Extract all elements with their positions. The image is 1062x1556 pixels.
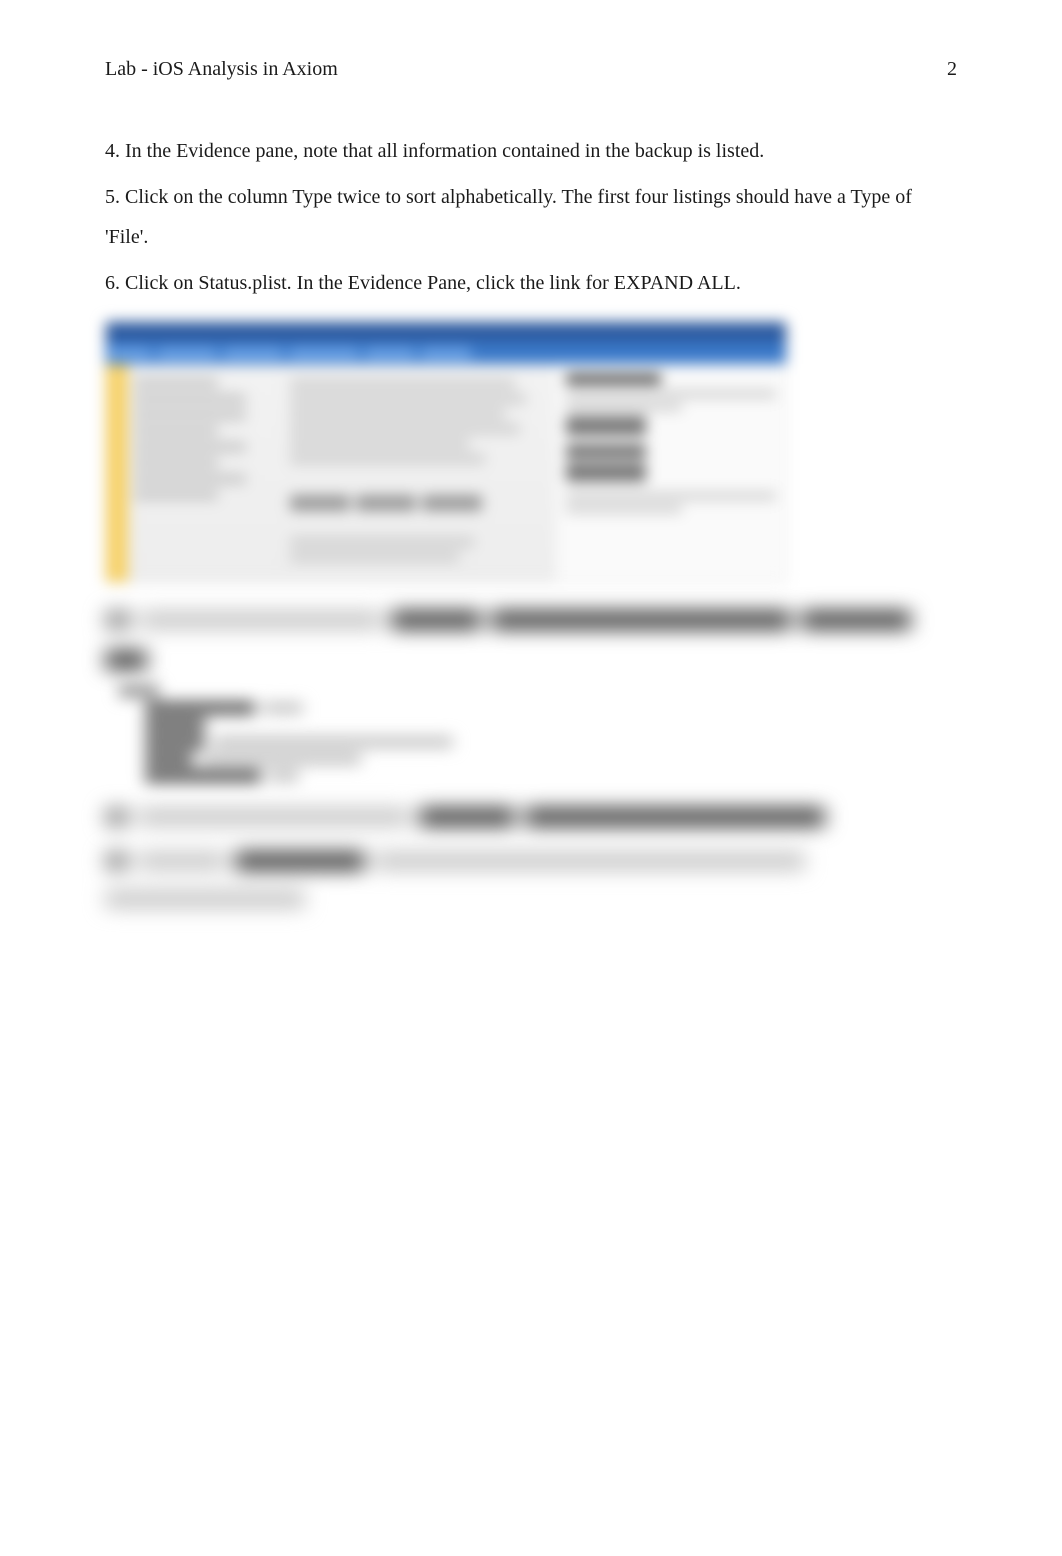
body-text: 4. In the Evidence pane, note that all i… bbox=[105, 131, 957, 303]
page-number: 2 bbox=[947, 58, 957, 81]
blurred-answer-8 bbox=[105, 808, 957, 826]
screenshot-axiom-evidence bbox=[105, 321, 787, 583]
bottom-whitespace bbox=[105, 936, 957, 1166]
step-4: 4. In the Evidence pane, note that all i… bbox=[105, 131, 957, 171]
page-header: Lab - iOS Analysis in Axiom 2 bbox=[105, 58, 957, 81]
blurred-answer-7 bbox=[105, 611, 957, 669]
step-6: 6. Click on Status.plist. In the Evidenc… bbox=[105, 263, 957, 303]
running-title: Lab - iOS Analysis in Axiom bbox=[105, 58, 338, 81]
step-5: 5. Click on the column Type twice to sor… bbox=[105, 177, 957, 257]
document-page: Lab - iOS Analysis in Axiom 2 4. In the … bbox=[0, 0, 1062, 1556]
screenshot-status-plist bbox=[119, 685, 549, 782]
blurred-answer-9 bbox=[105, 852, 957, 908]
